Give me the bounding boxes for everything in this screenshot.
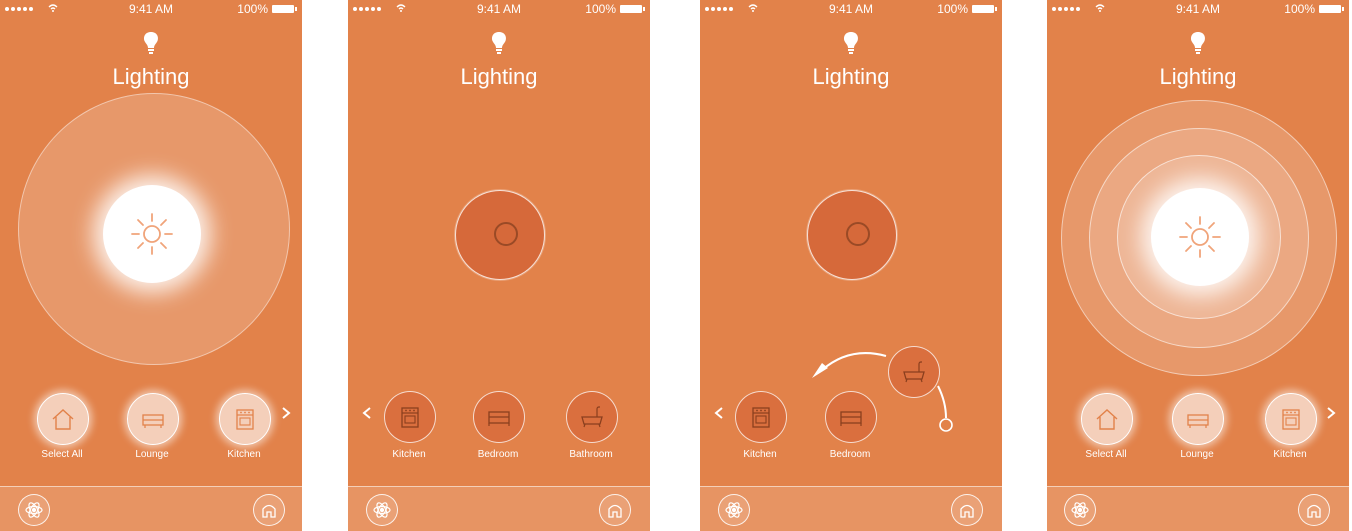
battery-indicator: 100%	[585, 2, 645, 16]
room-label: Bedroom	[477, 449, 519, 460]
oven-icon	[1282, 409, 1300, 430]
bathtub-icon	[581, 406, 603, 428]
battery-icon	[620, 5, 645, 13]
home-icon	[960, 504, 974, 518]
sofa-icon	[142, 414, 164, 428]
bed-icon	[840, 411, 862, 426]
bathtub-icon	[903, 361, 925, 383]
divider	[348, 486, 650, 487]
home-button[interactable]	[951, 494, 983, 526]
room-label: Kitchen	[1273, 449, 1307, 460]
page-title: Lighting	[112, 64, 190, 89]
scenes-button[interactable]	[1064, 494, 1096, 526]
house-icon	[1096, 409, 1118, 430]
room-button-lounge[interactable]	[127, 393, 179, 445]
room-button-select-all[interactable]	[37, 393, 89, 445]
scenes-button[interactable]	[718, 494, 750, 526]
bottom-bar	[1047, 486, 1349, 531]
room-button-select-all[interactable]	[1081, 393, 1133, 445]
room-button-kitchen[interactable]	[219, 393, 271, 445]
room-label: Select All	[41, 449, 83, 460]
room-label: Kitchen	[227, 449, 261, 460]
lightbulb-icon	[1191, 32, 1205, 54]
battery-icon	[1319, 5, 1344, 13]
room-button-kitchen[interactable]	[1265, 393, 1317, 445]
page-title: Lighting	[1159, 64, 1237, 89]
room-label: Lounge	[135, 449, 169, 460]
phone-screen-1: 9:41 AM 100% Lighting Select All Lounge …	[0, 0, 302, 531]
room-button-kitchen[interactable]	[384, 391, 436, 443]
room-button-bathroom-dragging[interactable]	[888, 346, 940, 398]
home-icon	[608, 504, 622, 518]
scenes-button[interactable]	[18, 494, 50, 526]
oven-icon	[236, 409, 254, 430]
oven-icon	[752, 407, 770, 428]
house-icon	[52, 409, 74, 430]
chevron-right-icon[interactable]	[1326, 406, 1336, 420]
sun-icon	[131, 213, 173, 255]
battery-indicator: 100%	[237, 2, 297, 16]
chevron-right-icon[interactable]	[281, 406, 291, 420]
phone-screen-3: 9:41 AM 100% Lighting Kitchen Bedroom	[700, 0, 1002, 531]
status-bar: 9:41 AM 100%	[0, 0, 302, 20]
room-label: Bathroom	[569, 449, 613, 460]
phone-screen-2: 9:41 AM 100% Lighting Kitchen Bedroom Ba…	[348, 0, 650, 531]
sofa-icon	[1187, 414, 1209, 428]
bottom-bar	[700, 486, 1002, 531]
battery-percent: 100%	[585, 2, 616, 16]
battery-icon	[272, 5, 297, 13]
lightbulb-icon	[144, 32, 158, 54]
battery-indicator: 100%	[1284, 2, 1344, 16]
room-label: Kitchen	[392, 449, 426, 460]
arrow-head-icon	[812, 363, 828, 378]
divider	[1047, 486, 1349, 487]
power-ring-icon	[494, 222, 518, 246]
swipe-arrow-path	[821, 352, 887, 371]
divider	[0, 486, 302, 487]
atom-icon	[1071, 502, 1089, 518]
scenes-button[interactable]	[366, 494, 398, 526]
status-bar: 9:41 AM 100%	[1047, 0, 1349, 20]
lightbulb-icon	[492, 32, 506, 54]
bottom-bar	[0, 486, 302, 531]
room-label: Bedroom	[829, 449, 871, 460]
atom-icon	[373, 502, 391, 518]
chevron-left-icon[interactable]	[362, 406, 372, 420]
battery-percent: 100%	[237, 2, 268, 16]
drag-trail	[937, 385, 947, 419]
atom-icon	[25, 502, 43, 518]
home-button[interactable]	[1298, 494, 1330, 526]
atom-icon	[725, 502, 743, 518]
home-icon	[262, 504, 276, 518]
room-label: Select All	[1085, 449, 1127, 460]
room-button-bedroom[interactable]	[473, 391, 525, 443]
bottom-bar	[348, 486, 650, 531]
divider	[700, 486, 1002, 487]
battery-percent: 100%	[1284, 2, 1315, 16]
page-title: Lighting	[460, 64, 538, 89]
phone-screen-4: 9:41 AM 100% Lighting Select All Lounge …	[1047, 0, 1349, 531]
room-label: Lounge	[1180, 449, 1214, 460]
home-button[interactable]	[253, 494, 285, 526]
touch-point-icon	[939, 418, 953, 432]
home-button[interactable]	[599, 494, 631, 526]
room-label: Kitchen	[743, 449, 777, 460]
bed-icon	[488, 411, 510, 426]
sun-icon	[1179, 216, 1221, 258]
home-icon	[1307, 504, 1321, 518]
room-button-kitchen[interactable]	[735, 391, 787, 443]
chevron-left-icon[interactable]	[714, 406, 724, 420]
room-button-lounge[interactable]	[1172, 393, 1224, 445]
status-bar: 9:41 AM 100%	[348, 0, 650, 20]
oven-icon	[401, 407, 419, 428]
room-button-bedroom[interactable]	[825, 391, 877, 443]
room-button-bathroom[interactable]	[566, 391, 618, 443]
